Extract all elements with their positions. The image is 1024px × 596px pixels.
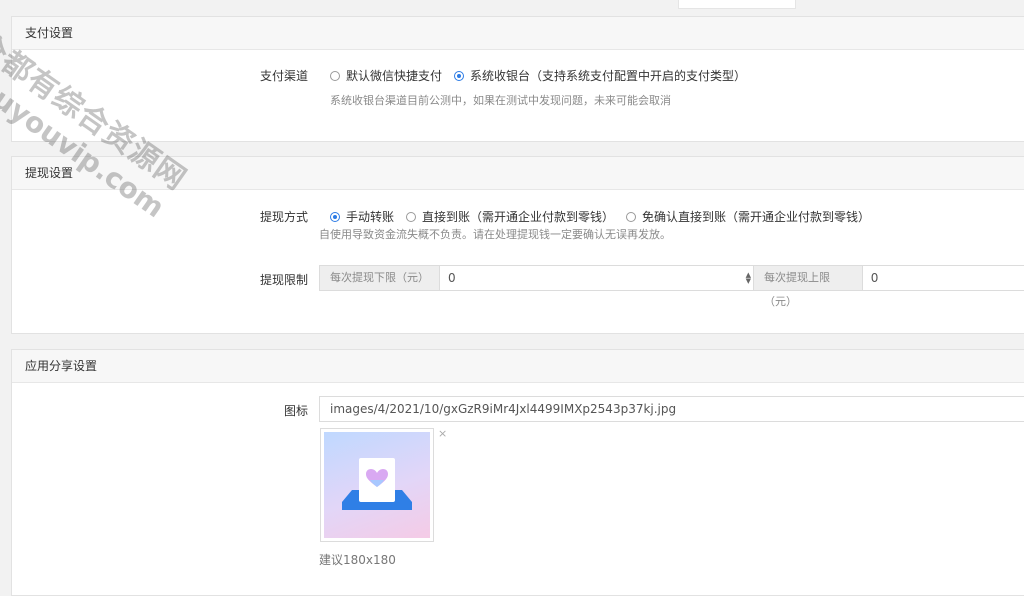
payment-option-cashier-label: 系统收银台（支持系统支付配置中开启的支付类型） [470,69,747,83]
withdraw-settings-header: 提现设置 [12,157,1024,190]
payment-channel-label: 支付渠道 [259,69,308,83]
share-settings-header: 应用分享设置 [12,350,1024,383]
payment-option-wechat-label: 默认微信快捷支付 [346,69,443,83]
top-button-fragment[interactable] [678,0,796,9]
withdraw-option-manual[interactable]: 手动转账 [330,208,394,225]
share-icon-thumbnail[interactable] [320,428,434,542]
payment-channel-hint: 系统收银台渠道目前公测中，如果在测试中发现问题，未来可能会取消 [330,94,671,107]
share-icon-size-hint: 建议180x180 [319,553,396,567]
withdraw-max-group: 每次提现上限（元） 0 [753,265,1024,308]
payment-option-wechat[interactable]: 默认微信快捷支付 [330,67,442,84]
payment-settings-panel: 支付设置 支付渠道 默认微信快捷支付 系统收银台（支持系统支付配置中开启的支付类… [11,16,1024,142]
radio-checked-icon [330,211,340,222]
withdraw-min-group: 每次提现下限（元） 0 ▲ ▼ [319,265,758,291]
close-icon[interactable]: × [438,427,447,440]
withdraw-max-addon: 每次提现上限（元） [753,265,863,308]
withdraw-max-value: 0 [870,271,879,285]
withdraw-min-addon: 每次提现下限（元） [319,265,440,291]
withdraw-option-auto[interactable]: 免确认直接到账（需开通企业付款到零钱） [626,208,870,225]
withdraw-min-value: 0 [448,271,456,285]
withdraw-max-input[interactable]: 0 [862,265,1024,291]
radio-unchecked-icon [330,70,340,81]
withdraw-method-hint: 自使用导致资金流失概不负责。请在处理提现钱一定要确认无误再发放。 [319,228,671,241]
withdraw-settings-panel: 提现设置 提现方式 手动转账 直接到账（需开通企业付款到零钱） 免确认直接到账（… [11,156,1024,334]
withdraw-option-auto-label: 免确认直接到账（需开通企业付款到零钱） [642,210,871,224]
withdraw-option-direct[interactable]: 直接到账（需开通企业付款到零钱） [406,208,614,225]
heart-card-icon [342,458,412,510]
withdraw-min-input[interactable]: 0 ▲ ▼ [440,265,758,291]
radio-checked-icon [454,70,465,81]
radio-unchecked-icon [406,211,417,222]
radio-unchecked-icon [626,211,637,222]
withdraw-option-manual-label: 手动转账 [346,210,395,224]
withdraw-limit-label: 提现限制 [259,273,308,287]
payment-option-cashier[interactable]: 系统收银台（支持系统支付配置中开启的支付类型） [454,67,746,84]
withdraw-method-label: 提现方式 [259,210,308,224]
share-icon-label: 图标 [283,404,308,418]
share-settings-panel: 应用分享设置 图标 images/4/2021/10/gxGzR9iMr4Jxl… [11,349,1024,596]
payment-channel-radio-group: 默认微信快捷支付 系统收银台（支持系统支付配置中开启的支付类型） [330,67,758,84]
payment-settings-header: 支付设置 [12,17,1024,50]
withdraw-option-direct-label: 直接到账（需开通企业付款到零钱） [422,210,615,224]
share-icon-path-input[interactable]: images/4/2021/10/gxGzR9iMr4Jxl4499IMXp25… [319,396,1024,422]
stepper-arrows-icon[interactable]: ▲ ▼ [746,272,751,285]
share-icon-image [324,432,430,538]
withdraw-method-radio-group: 手动转账 直接到账（需开通企业付款到零钱） 免确认直接到账（需开通企业付款到零钱… [330,208,882,225]
